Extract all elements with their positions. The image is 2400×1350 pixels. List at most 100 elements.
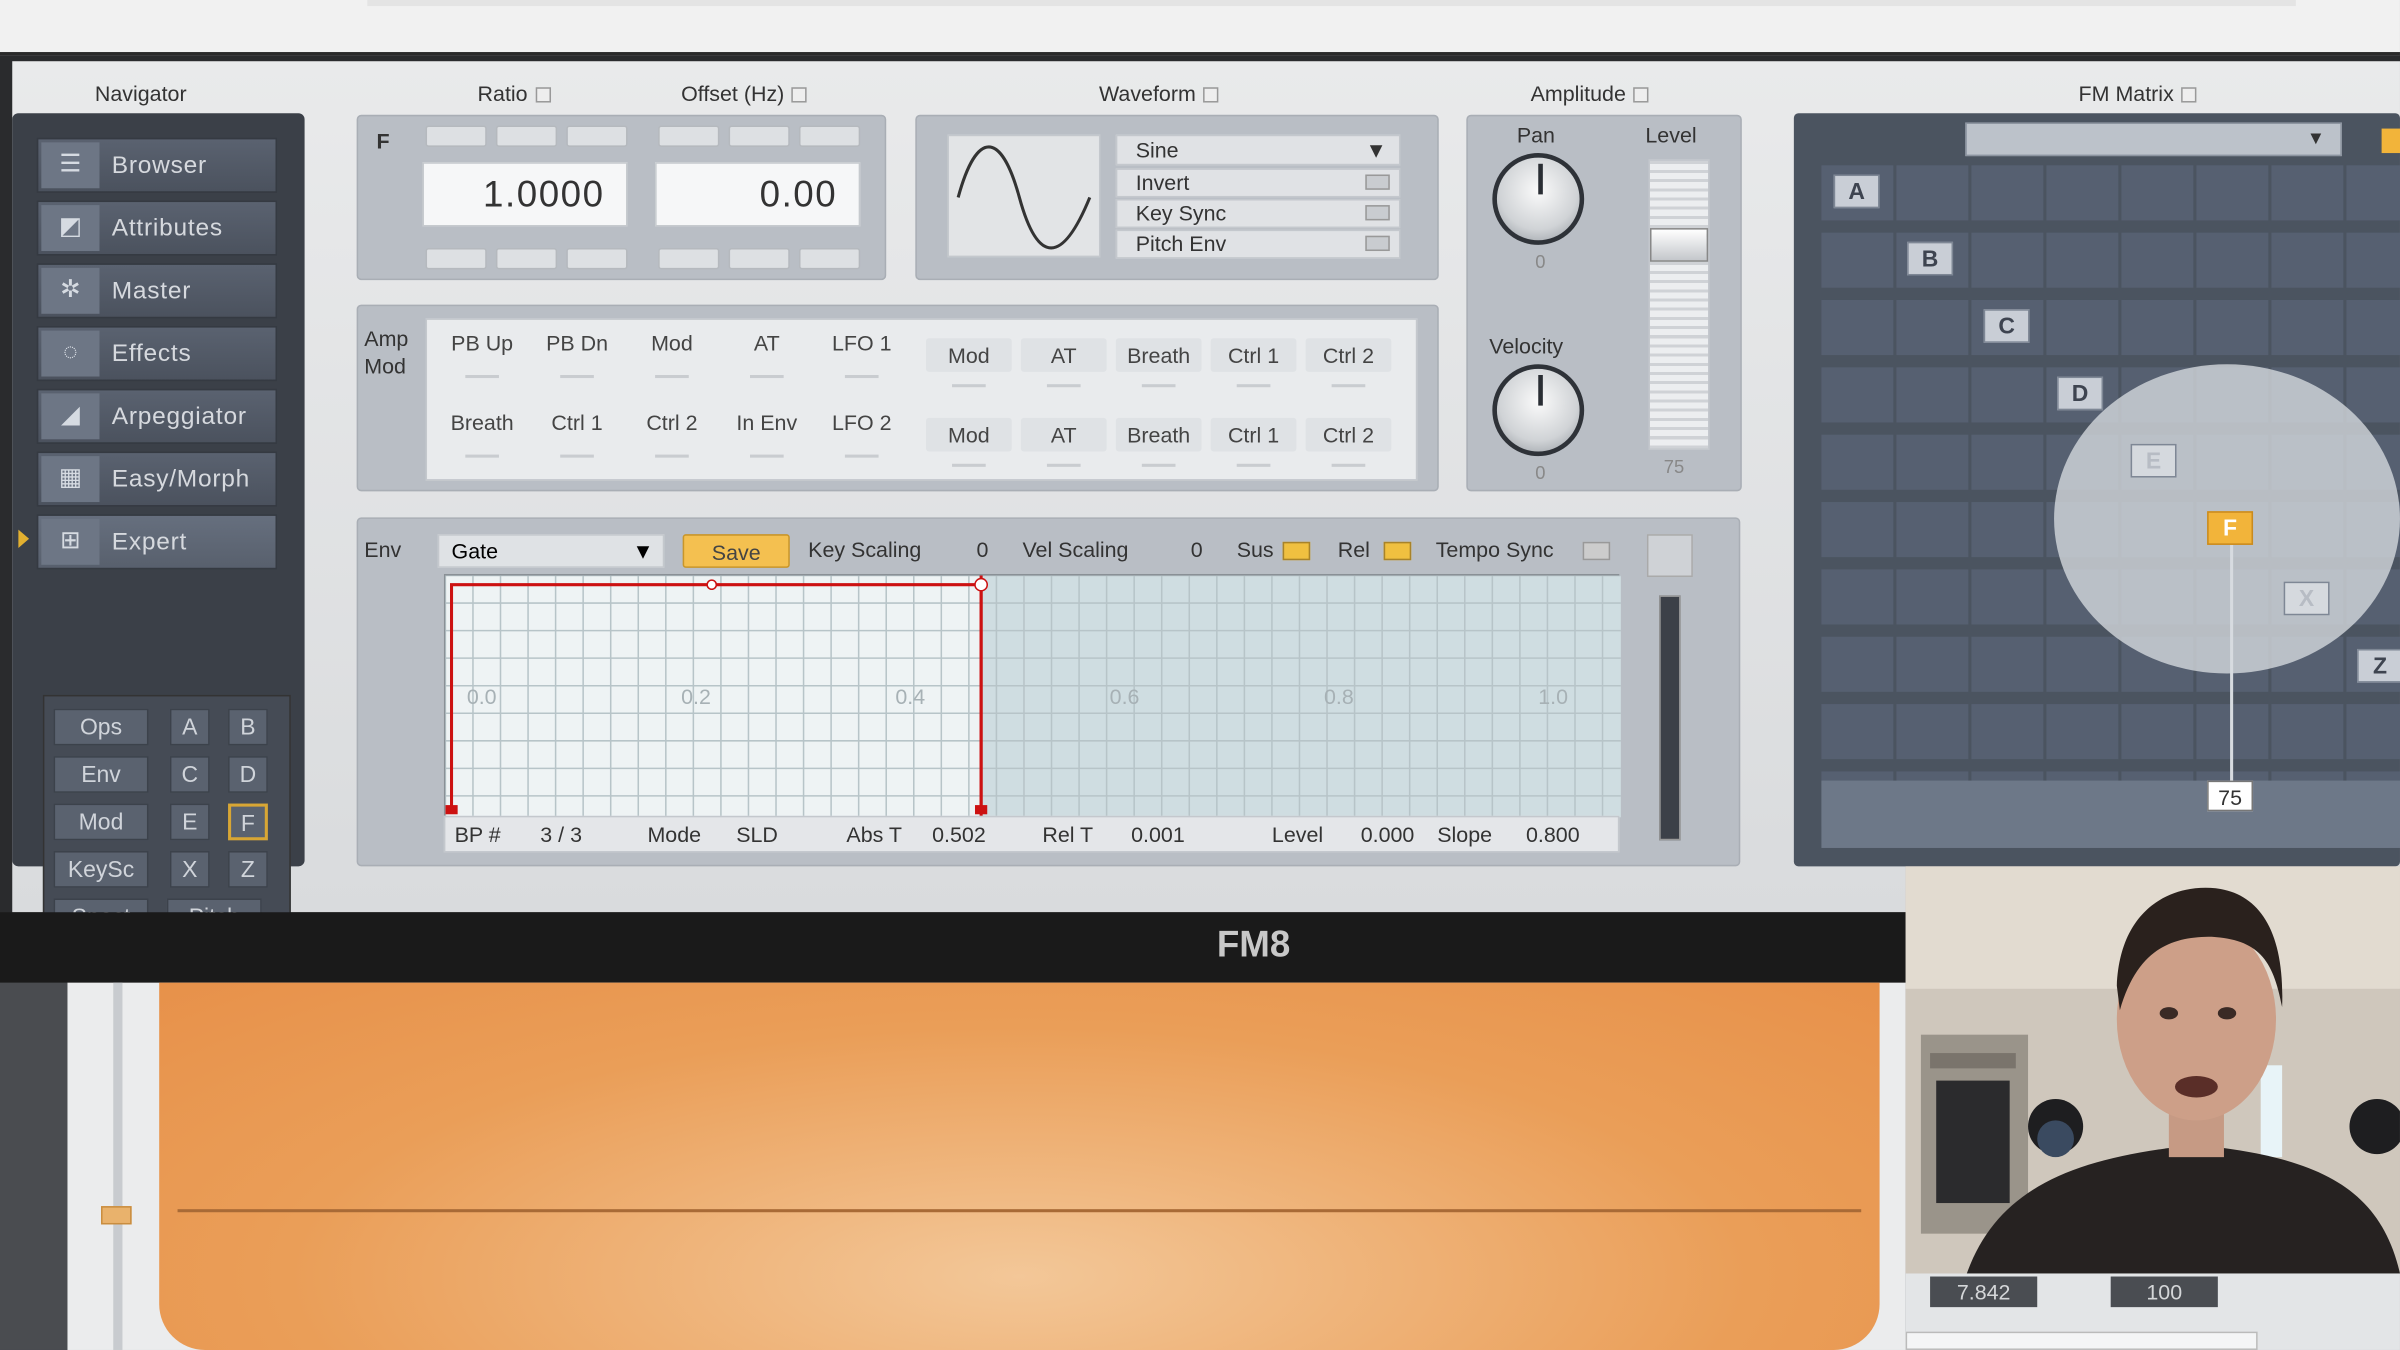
ampmod-amount-slider[interactable] — [560, 374, 594, 379]
nav-item-arpeggiator[interactable]: ◢ Arpeggiator — [36, 388, 278, 444]
ratio-value[interactable]: 1.0000 — [422, 162, 628, 227]
env-zoom-button[interactable] — [1646, 534, 1693, 578]
ampmod-source-ctrl-2[interactable]: Ctrl 2 — [629, 406, 715, 440]
offset-coarse-down[interactable] — [658, 247, 720, 270]
ampmod-dest-at[interactable]: AT — [1020, 417, 1107, 452]
fm-matrix-cell[interactable] — [1971, 232, 2044, 288]
fm-matrix-cell[interactable] — [2346, 299, 2400, 356]
waveform-option-pitch-env[interactable]: Pitch Env — [1115, 229, 1401, 259]
amplitude-toggle[interactable] — [1633, 87, 1649, 103]
fm-matrix-cell[interactable] — [2271, 299, 2344, 356]
key-scaling-value[interactable]: 0 — [977, 537, 989, 561]
ampmod-amount-slider[interactable] — [844, 374, 879, 379]
fm-matrix-cell[interactable] — [2046, 232, 2119, 288]
fm-matrix-cell[interactable] — [1896, 636, 1969, 692]
waveform-toggle[interactable] — [1203, 87, 1219, 103]
fm-matrix-cell[interactable] — [1821, 569, 1894, 625]
ampmod-amount-slider[interactable] — [1236, 384, 1271, 388]
ratio-toggle[interactable] — [535, 87, 551, 103]
rail-handle[interactable] — [101, 1206, 132, 1225]
ratio-coarse-down[interactable] — [425, 247, 487, 270]
ampmod-dest-ctrl-1[interactable]: Ctrl 1 — [1210, 417, 1297, 452]
fm-matrix-cell[interactable] — [2271, 232, 2344, 288]
ratio-coarse-up[interactable] — [425, 125, 487, 147]
nav-item-master[interactable]: ✲ Master — [36, 263, 278, 319]
ampmod-dest-at[interactable]: AT — [1020, 338, 1107, 372]
page-button-z[interactable]: Z — [228, 851, 268, 888]
ampmod-dest-mod[interactable]: Mod — [926, 417, 1012, 452]
waveform-option-key-sync[interactable]: Key Sync — [1115, 198, 1401, 229]
env-status-slope-value[interactable]: 0.800 — [1526, 822, 1580, 846]
page-button-d[interactable]: D — [228, 756, 268, 793]
ampmod-amount-slider[interactable] — [952, 384, 986, 388]
nav-item-easy-morph[interactable]: ▦ Easy/Morph — [36, 451, 278, 507]
ratio-fine-up[interactable] — [566, 125, 628, 147]
ampmod-source-in-env[interactable]: In Env — [724, 406, 810, 440]
fm-matrix-cell[interactable] — [1971, 165, 2044, 221]
ampmod-dest-ctrl-2[interactable]: Ctrl 2 — [1305, 417, 1392, 452]
ampmod-source-lfo-2[interactable]: LFO 2 — [819, 406, 905, 440]
ampmod-source-pb-dn[interactable]: PB Dn — [534, 326, 620, 360]
fm-matrix-cell[interactable] — [1821, 299, 1894, 356]
ampmod-amount-slider[interactable] — [1046, 384, 1081, 388]
fm-matrix-cell[interactable] — [1971, 569, 2044, 625]
ampmod-source-lfo-1[interactable]: LFO 1 — [819, 326, 905, 360]
fm-level-readout[interactable]: 75 — [2207, 780, 2254, 812]
fm-matrix-cell[interactable] — [2346, 165, 2400, 221]
offset-fine-down[interactable] — [798, 247, 861, 270]
nav-item-attributes[interactable]: ◩ Attributes — [36, 200, 278, 256]
below-field[interactable] — [1905, 1331, 2258, 1350]
fm-matrix-cell[interactable] — [1971, 367, 2044, 423]
ampmod-dest-breath[interactable]: Breath — [1115, 338, 1202, 372]
ampmod-dest-ctrl-2[interactable]: Ctrl 2 — [1305, 338, 1392, 372]
fm-matrix-cell[interactable] — [1971, 636, 2044, 692]
fm-operator-d[interactable]: D — [2057, 376, 2104, 411]
fm-matrix-cell[interactable] — [2346, 232, 2400, 288]
fm-matrix-cell[interactable] — [1821, 636, 1894, 692]
waveform-option-toggle-pitch-env[interactable] — [1365, 235, 1390, 252]
page-button-mod[interactable]: Mod — [53, 803, 149, 841]
ratio-mid-down[interactable] — [495, 247, 558, 270]
offset-coarse-up[interactable] — [658, 125, 720, 147]
fm-matrix-cell[interactable] — [1821, 232, 1894, 288]
ampmod-source-breath[interactable]: Breath — [439, 406, 525, 440]
nav-item-expert[interactable]: ⊞ Expert — [36, 514, 278, 570]
fm-operator-x[interactable]: X — [2283, 581, 2330, 616]
waveform-option-invert[interactable]: Invert — [1115, 168, 1401, 198]
fm-operator-e[interactable]: E — [2130, 443, 2177, 478]
ampmod-amount-slider[interactable] — [1331, 463, 1366, 467]
fm-matrix-cell[interactable] — [2196, 165, 2269, 221]
offset-toggle[interactable] — [791, 87, 808, 103]
page-button-ops[interactable]: Ops — [53, 708, 149, 746]
env-graph[interactable]: 0.0 0.2 0.4 0.6 0.8 1.0 — [443, 573, 1621, 818]
fm-matrix-cell[interactable] — [2196, 299, 2269, 356]
fm-operator-a[interactable]: A — [1833, 174, 1880, 209]
fm-matrix-cell[interactable] — [1821, 502, 1894, 558]
env-save-button[interactable]: Save — [682, 534, 790, 568]
ampmod-amount-slider[interactable] — [1141, 463, 1176, 467]
env-vertical-scrollbar[interactable] — [1659, 595, 1681, 841]
waveform-option-toggle-key-sync[interactable] — [1365, 205, 1390, 221]
ampmod-amount-slider[interactable] — [1141, 384, 1176, 388]
fm-matrix-cell[interactable] — [2271, 704, 2344, 760]
tempo-sync-toggle[interactable] — [1582, 541, 1611, 561]
vel-scaling-value[interactable]: 0 — [1191, 537, 1203, 561]
fm-matrix-cell[interactable] — [1971, 704, 2044, 760]
fm-matrix-cell[interactable] — [2271, 165, 2344, 221]
fm-matrix-cell[interactable] — [1896, 704, 1969, 760]
fm-matrix-cell[interactable] — [1821, 367, 1894, 423]
fm-matrix-cell[interactable] — [2046, 165, 2119, 221]
fm-matrix-cell[interactable] — [1896, 502, 1969, 558]
fm-matrix-cell[interactable] — [1971, 502, 2044, 558]
ampmod-amount-slider[interactable] — [655, 454, 689, 458]
fm-operator-c[interactable]: C — [1983, 309, 2030, 343]
waveform-option-toggle-invert[interactable] — [1365, 174, 1390, 190]
sus-toggle[interactable] — [1282, 541, 1311, 561]
ampmod-source-at[interactable]: AT — [724, 326, 810, 360]
page-button-e[interactable]: E — [169, 803, 210, 841]
env-status-bp-value[interactable]: 3 / 3 — [540, 822, 582, 846]
ampmod-amount-slider[interactable] — [1331, 384, 1366, 388]
offset-mid-down[interactable] — [728, 247, 790, 270]
offset-value[interactable]: 0.00 — [655, 162, 861, 227]
fm-matrix-cell[interactable] — [2121, 165, 2194, 221]
